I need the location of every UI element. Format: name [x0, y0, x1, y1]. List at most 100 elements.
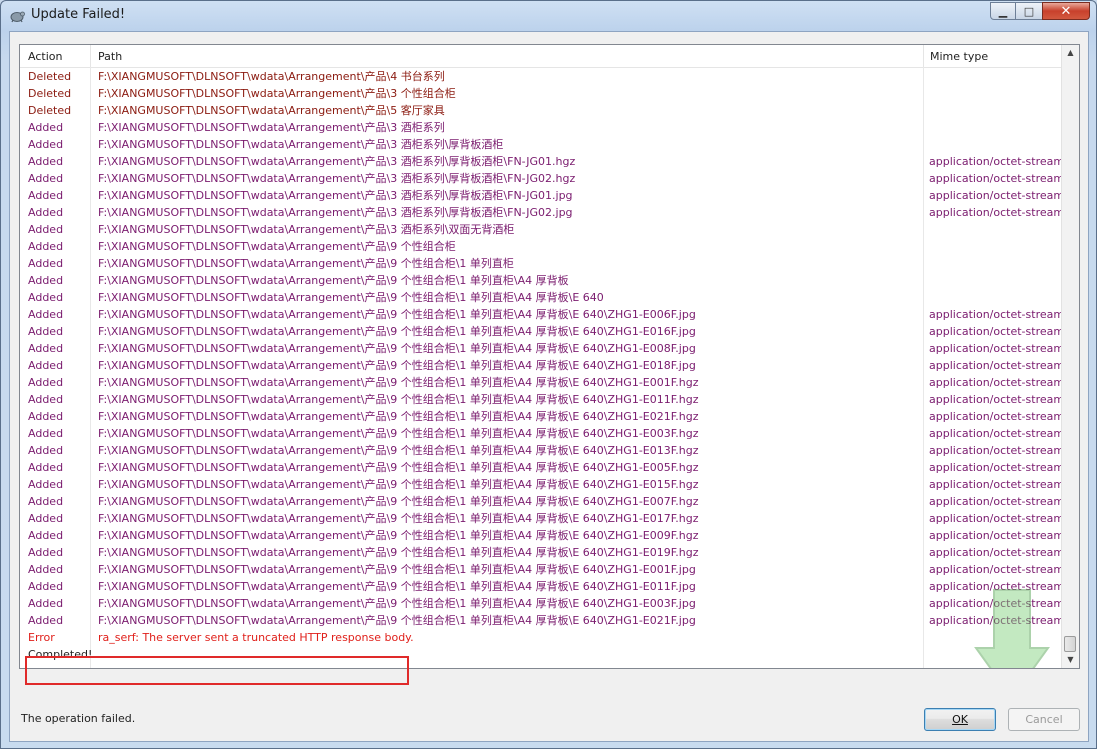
status-text: The operation failed.	[21, 712, 136, 725]
table-row[interactable]: Added F:\XIANGMUSOFT\DLNSOFT\wdata\Arrang…	[20, 187, 1064, 204]
row-path: F:\XIANGMUSOFT\DLNSOFT\wdata\Arrangement…	[98, 410, 699, 423]
table-row[interactable]: Added F:\XIANGMUSOFT\DLNSOFT\wdata\Arrang…	[20, 612, 1064, 629]
row-action: Deleted	[28, 87, 72, 100]
table-row[interactable]: Added F:\XIANGMUSOFT\DLNSOFT\wdata\Arrang…	[20, 323, 1064, 340]
row-path: F:\XIANGMUSOFT\DLNSOFT\wdata\Arrangement…	[98, 87, 456, 100]
table-row[interactable]: Added F:\XIANGMUSOFT\DLNSOFT\wdata\Arrang…	[20, 493, 1065, 510]
column-header-action[interactable]: Action	[28, 50, 62, 63]
row-path: F:\XIANGMUSOFT\DLNSOFT\wdata\Arrangement…	[98, 240, 456, 253]
table-row[interactable]: Deleted F:\XIANGMUSOFT\DLNSOFT\wdata\Arra…	[20, 68, 1063, 85]
row-path: F:\XIANGMUSOFT\DLNSOFT\wdata\Arrangement…	[98, 478, 699, 491]
row-action: Error	[28, 631, 55, 644]
row-path: F:\XIANGMUSOFT\DLNSOFT\wdata\Arrangement…	[98, 444, 699, 457]
row-action: Added	[28, 580, 64, 593]
dialog-client-area: Action Path Mime type Deleted F:\XIANGMUS…	[9, 31, 1089, 742]
table-row[interactable]: Added F:\XIANGMUSOFT\DLNSOFT\wdata\Arrang…	[20, 357, 1064, 374]
maximize-button[interactable]: □	[1015, 2, 1043, 20]
cancel-button[interactable]: Cancel	[1008, 708, 1080, 731]
list-header: Action Path Mime type	[20, 45, 1063, 68]
table-row[interactable]: Added F:\XIANGMUSOFT\DLNSOFT\wdata\Arrang…	[20, 153, 1064, 170]
row-mime: application/octet-stream	[929, 495, 1065, 508]
row-path: F:\XIANGMUSOFT\DLNSOFT\wdata\Arrangement…	[98, 223, 515, 236]
row-mime: application/octet-stream	[929, 478, 1065, 491]
row-action: Added	[28, 427, 64, 440]
row-action: Added	[28, 291, 64, 304]
column-separator[interactable]	[90, 45, 91, 67]
row-action: Added	[28, 478, 64, 491]
row-path: F:\XIANGMUSOFT\DLNSOFT\wdata\Arrangement…	[98, 512, 699, 525]
row-action: Added	[28, 223, 64, 236]
scroll-up-arrow-icon[interactable]: ▲	[1063, 45, 1078, 61]
close-button[interactable]: ✕	[1042, 2, 1090, 20]
table-row[interactable]: Added F:\XIANGMUSOFT\DLNSOFT\wdata\Arrang…	[20, 340, 1064, 357]
row-path: F:\XIANGMUSOFT\DLNSOFT\wdata\Arrangement…	[98, 614, 696, 627]
ok-button[interactable]: OK	[924, 708, 996, 731]
table-row[interactable]: Added F:\XIANGMUSOFT\DLNSOFT\wdata\Arrang…	[20, 408, 1065, 425]
row-path: F:\XIANGMUSOFT\DLNSOFT\wdata\Arrangement…	[98, 274, 569, 287]
row-action: Added	[28, 155, 64, 168]
table-row[interactable]: Added F:\XIANGMUSOFT\DLNSOFT\wdata\Arrang…	[20, 442, 1064, 459]
row-action: Added	[28, 240, 64, 253]
column-separator[interactable]	[923, 45, 924, 67]
row-path: F:\XIANGMUSOFT\DLNSOFT\wdata\Arrangement…	[98, 461, 699, 474]
download-arrow-watermark-icon	[974, 589, 1050, 668]
table-row[interactable]: Added F:\XIANGMUSOFT\DLNSOFT\wdata\Arrang…	[20, 238, 1063, 255]
row-mime: application/octet-stream	[929, 410, 1065, 423]
table-row[interactable]: Added F:\XIANGMUSOFT\DLNSOFT\wdata\Arrang…	[20, 561, 1065, 578]
minimize-button[interactable]: ▁	[990, 2, 1016, 20]
table-row[interactable]: Added F:\XIANGMUSOFT\DLNSOFT\wdata\Arrang…	[20, 204, 1064, 221]
row-path: F:\XIANGMUSOFT\DLNSOFT\wdata\Arrangement…	[98, 546, 699, 559]
row-path: F:\XIANGMUSOFT\DLNSOFT\wdata\Arrangement…	[98, 121, 445, 134]
table-row[interactable]: Added F:\XIANGMUSOFT\DLNSOFT\wdata\Arrang…	[20, 374, 1065, 391]
column-header-mime[interactable]: Mime type	[930, 50, 988, 63]
table-row[interactable]: Added F:\XIANGMUSOFT\DLNSOFT\wdata\Arrang…	[20, 476, 1065, 493]
scrollbar-thumb[interactable]	[1064, 636, 1076, 652]
row-mime: application/octet-stream	[929, 376, 1065, 389]
table-row[interactable]: Added F:\XIANGMUSOFT\DLNSOFT\wdata\Arrang…	[20, 527, 1064, 544]
row-action: Added	[28, 410, 64, 423]
table-row[interactable]: Added F:\XIANGMUSOFT\DLNSOFT\wdata\Arrang…	[20, 578, 1064, 595]
table-row[interactable]: Added F:\XIANGMUSOFT\DLNSOFT\wdata\Arrang…	[20, 306, 1065, 323]
title-bar[interactable]: Update Failed! ▁ □ ✕	[1, 1, 1096, 31]
table-row[interactable]: Added F:\XIANGMUSOFT\DLNSOFT\wdata\Arrang…	[20, 289, 1063, 306]
table-row[interactable]: Added F:\XIANGMUSOFT\DLNSOFT\wdata\Arrang…	[20, 425, 1064, 442]
results-list[interactable]: Action Path Mime type Deleted F:\XIANGMUS…	[19, 44, 1080, 669]
table-row[interactable]: Error ra_serf: The server sent a truncate…	[20, 629, 1063, 646]
row-path: F:\XIANGMUSOFT\DLNSOFT\wdata\Arrangement…	[98, 172, 576, 185]
table-row[interactable]: Added F:\XIANGMUSOFT\DLNSOFT\wdata\Arrang…	[20, 221, 1063, 238]
vertical-scrollbar[interactable]: ▲ ▼	[1061, 45, 1079, 668]
table-row[interactable]: Added F:\XIANGMUSOFT\DLNSOFT\wdata\Arrang…	[20, 459, 1065, 476]
table-row[interactable]: Added F:\XIANGMUSOFT\DLNSOFT\wdata\Arrang…	[20, 255, 1063, 272]
row-path: F:\XIANGMUSOFT\DLNSOFT\wdata\Arrangement…	[98, 104, 445, 117]
row-path: F:\XIANGMUSOFT\DLNSOFT\wdata\Arrangement…	[98, 206, 573, 219]
row-mime: application/octet-stream	[929, 563, 1065, 576]
table-row[interactable]: Added F:\XIANGMUSOFT\DLNSOFT\wdata\Arrang…	[20, 136, 1063, 153]
row-path: ra_serf: The server sent a truncated HTT…	[98, 631, 414, 644]
table-row[interactable]: Added F:\XIANGMUSOFT\DLNSOFT\wdata\Arrang…	[20, 595, 1064, 612]
row-action: Added	[28, 274, 64, 287]
row-path: F:\XIANGMUSOFT\DLNSOFT\wdata\Arrangement…	[98, 563, 696, 576]
tortoise-icon	[10, 11, 25, 23]
column-header-path[interactable]: Path	[98, 50, 122, 63]
table-row[interactable]: Deleted F:\XIANGMUSOFT\DLNSOFT\wdata\Arra…	[20, 102, 1063, 119]
table-row[interactable]: Deleted F:\XIANGMUSOFT\DLNSOFT\wdata\Arra…	[20, 85, 1063, 102]
table-row[interactable]: Added F:\XIANGMUSOFT\DLNSOFT\wdata\Arrang…	[20, 170, 1064, 187]
row-path: F:\XIANGMUSOFT\DLNSOFT\wdata\Arrangement…	[98, 495, 699, 508]
table-row[interactable]: Added F:\XIANGMUSOFT\DLNSOFT\wdata\Arrang…	[20, 391, 1065, 408]
row-path: F:\XIANGMUSOFT\DLNSOFT\wdata\Arrangement…	[98, 257, 514, 270]
scroll-down-arrow-icon[interactable]: ▼	[1063, 652, 1078, 668]
row-action: Added	[28, 138, 64, 151]
row-path: F:\XIANGMUSOFT\DLNSOFT\wdata\Arrangement…	[98, 359, 696, 372]
row-action: Added	[28, 563, 64, 576]
row-action: Added	[28, 614, 64, 627]
row-action: Added	[28, 512, 64, 525]
row-path: F:\XIANGMUSOFT\DLNSOFT\wdata\Arrangement…	[98, 597, 696, 610]
table-row[interactable]: Added F:\XIANGMUSOFT\DLNSOFT\wdata\Arrang…	[20, 272, 1063, 289]
table-row[interactable]: Added F:\XIANGMUSOFT\DLNSOFT\wdata\Arrang…	[20, 510, 1064, 527]
table-row[interactable]: Added F:\XIANGMUSOFT\DLNSOFT\wdata\Arrang…	[20, 544, 1064, 561]
row-mime: application/octet-stream	[929, 393, 1065, 406]
row-mime: application/octet-stream	[929, 461, 1065, 474]
row-action: Added	[28, 172, 64, 185]
table-row[interactable]: Added F:\XIANGMUSOFT\DLNSOFT\wdata\Arrang…	[20, 119, 1063, 136]
row-mime: application/octet-stream	[929, 308, 1065, 321]
